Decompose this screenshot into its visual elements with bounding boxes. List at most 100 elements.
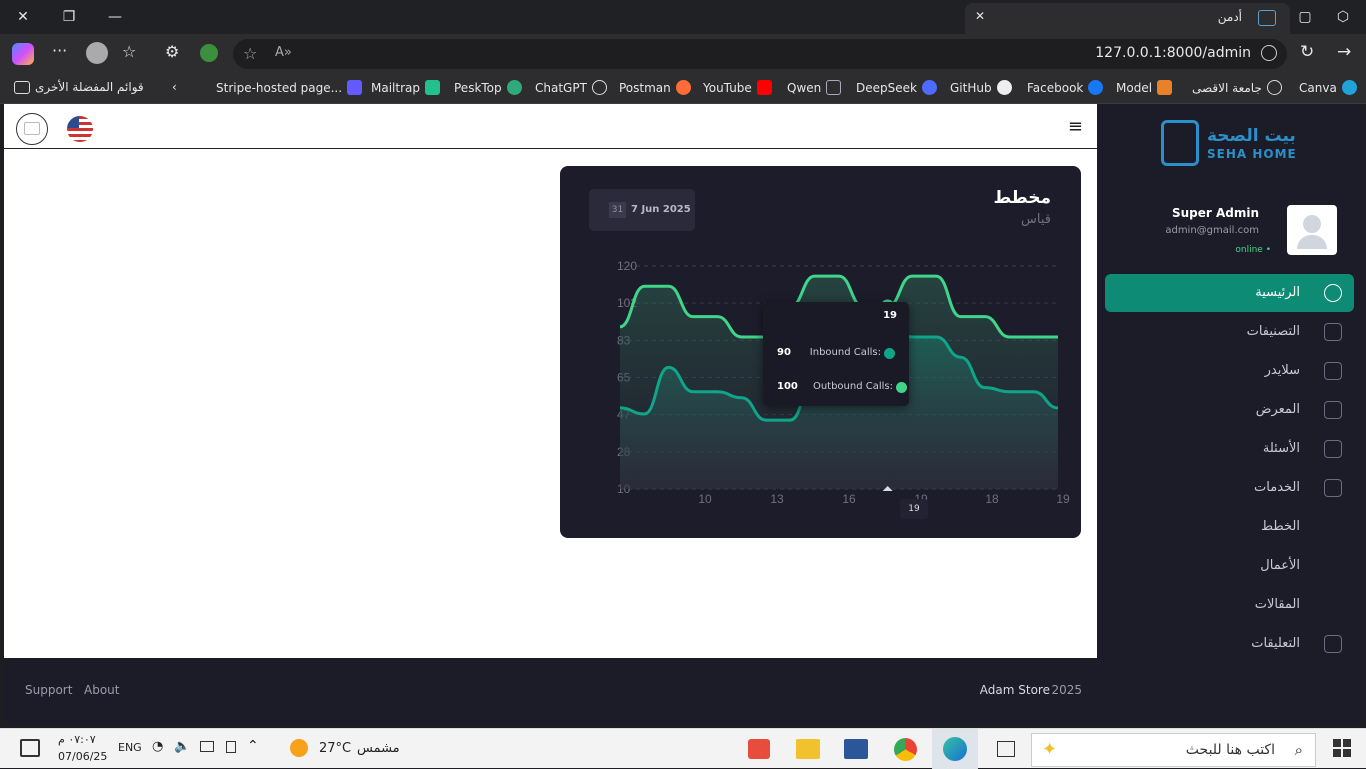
notifications-icon[interactable] bbox=[20, 739, 40, 757]
read-aloud-icon[interactable]: A» bbox=[275, 45, 292, 60]
nav-questions[interactable]: الأسئلة bbox=[1105, 430, 1354, 468]
browser-tab[interactable]: ✕ أدمن bbox=[965, 3, 1290, 34]
sparkle-icon: ✦ bbox=[1042, 739, 1058, 760]
network-icon[interactable]: ◔ bbox=[152, 739, 163, 754]
url-text[interactable]: 127.0.0.1:8000/admin bbox=[1095, 45, 1251, 61]
nav-label: التصنيفات bbox=[1246, 324, 1300, 339]
x-tick-label: 19 bbox=[1056, 492, 1070, 506]
footer-brand[interactable]: Adam Store bbox=[980, 683, 1050, 697]
site-info-icon[interactable] bbox=[1261, 45, 1277, 61]
weather-sun-icon[interactable] bbox=[290, 739, 308, 757]
restore-window-icon[interactable]: ❐ bbox=[46, 0, 92, 34]
bookmark-pesktop[interactable]: PeskTop bbox=[454, 80, 522, 95]
bookmark-stripe[interactable]: Stripe-hosted page... bbox=[216, 80, 363, 95]
bookmark-model[interactable]: Model bbox=[1116, 80, 1173, 95]
folder-icon bbox=[14, 80, 30, 94]
nav-comments[interactable]: التعليقات bbox=[1105, 625, 1354, 663]
edge-taskbar-item[interactable] bbox=[932, 729, 978, 769]
chrome-icon[interactable] bbox=[894, 738, 917, 761]
nav-label: المعرض bbox=[1255, 402, 1300, 417]
refresh-icon[interactable]: ↻ bbox=[1300, 42, 1314, 62]
nav-services[interactable]: الخدمات bbox=[1105, 469, 1354, 507]
weather-temp[interactable]: 27°C bbox=[319, 741, 351, 756]
sidebar: بيت الصحة SEHA HOME Super Admin admin@gm… bbox=[1097, 104, 1362, 724]
bookmark-label: GitHub bbox=[950, 80, 992, 95]
nav-works[interactable]: الأعمال bbox=[1105, 547, 1354, 585]
bookmarks-folder[interactable]: قوائم المفضلة الأخرى bbox=[14, 80, 144, 94]
gallery-icon bbox=[1324, 401, 1342, 419]
bookmark-label: Qwen bbox=[787, 80, 822, 95]
bookmark-facebook[interactable]: Facebook bbox=[1027, 80, 1104, 95]
bookmark-label: Facebook bbox=[1027, 80, 1084, 95]
extensions-icon[interactable]: ⚙ bbox=[165, 42, 179, 61]
nav-slider[interactable]: سلايدر bbox=[1105, 352, 1354, 390]
favorite-star-icon[interactable]: ☆ bbox=[243, 44, 257, 63]
language-indicator[interactable]: ENG bbox=[118, 741, 142, 754]
search-icon: ⌕ bbox=[1294, 741, 1303, 759]
weather-label[interactable]: مشمس bbox=[357, 741, 400, 756]
chevron-up-icon[interactable]: ⌃ bbox=[247, 738, 259, 754]
bookmark-canva[interactable]: Canva bbox=[1299, 80, 1357, 95]
bookmark-youtube[interactable]: YouTube bbox=[703, 80, 772, 95]
workspaces-icon[interactable]: ⬡ bbox=[1320, 0, 1366, 34]
bookmark-mailtrap[interactable]: Mailtrap bbox=[371, 80, 440, 95]
address-bar[interactable]: ☆ A» 127.0.0.1:8000/admin bbox=[233, 39, 1287, 69]
footer: Support About 2025 Adam Store bbox=[4, 658, 1097, 724]
legend-dot-icon bbox=[896, 382, 907, 393]
menu-toggle-icon[interactable]: ≡ bbox=[1068, 116, 1083, 137]
nav-categories[interactable]: التصنيفات bbox=[1105, 313, 1354, 351]
tooltip-row-outbound: Outbound Calls: 100 bbox=[777, 381, 907, 395]
bookmark-deepseek[interactable]: DeepSeek bbox=[856, 80, 937, 95]
legend-dot-icon bbox=[884, 348, 895, 359]
us-flag-icon[interactable] bbox=[67, 116, 93, 142]
footer-link-support[interactable]: Support bbox=[25, 683, 72, 697]
services-icon bbox=[1324, 479, 1342, 497]
date-text: 7 Jun 2025 bbox=[631, 204, 691, 215]
bookmark-github[interactable]: GitHub bbox=[950, 80, 1012, 95]
logo-house-icon bbox=[1161, 120, 1199, 166]
clock-date[interactable]: 07/06/25 bbox=[58, 750, 107, 763]
task-view-icon[interactable] bbox=[997, 741, 1015, 757]
admin-topbar: ≡ bbox=[4, 104, 1097, 149]
meet-icon[interactable] bbox=[226, 741, 236, 753]
admin-avatar[interactable] bbox=[16, 113, 48, 145]
app-icon[interactable] bbox=[748, 739, 770, 759]
clock-time[interactable]: ٠٧:٠٧ م bbox=[58, 733, 96, 746]
facebook-icon bbox=[1088, 80, 1104, 95]
minimize-window-icon[interactable]: — bbox=[92, 0, 138, 34]
bookmark-chatgpt[interactable]: ChatGPT bbox=[535, 80, 607, 95]
bookmark-qwen[interactable]: Qwen bbox=[787, 80, 842, 95]
forward-icon[interactable]: → bbox=[1337, 42, 1351, 62]
copilot-icon[interactable] bbox=[12, 43, 34, 65]
mailtrap-icon bbox=[424, 80, 440, 95]
browser-titlebar: ✕ ❐ — + ✕ أدمن ▢ ⬡ bbox=[0, 0, 1366, 34]
file-explorer-icon[interactable] bbox=[796, 739, 820, 759]
bookmark-postman[interactable]: Postman bbox=[619, 80, 691, 95]
favicon-icon bbox=[1258, 10, 1276, 26]
close-window-icon[interactable]: ✕ bbox=[0, 0, 46, 34]
start-button[interactable] bbox=[1333, 739, 1351, 757]
nav-plans[interactable]: الخطط bbox=[1105, 508, 1354, 546]
close-tab-icon[interactable]: ✕ bbox=[975, 9, 985, 23]
favorites-icon[interactable]: ☆ bbox=[122, 42, 136, 61]
bookmark-label: Canva bbox=[1299, 80, 1337, 95]
chevron-left-icon[interactable]: ‹ bbox=[172, 80, 177, 94]
user-avatar[interactable] bbox=[1287, 205, 1337, 255]
footer-link-about[interactable]: About bbox=[84, 683, 119, 697]
nav-label: الخطط bbox=[1261, 519, 1300, 534]
profile-avatar[interactable] bbox=[86, 42, 108, 64]
date-picker[interactable]: 31 7 Jun 2025 bbox=[589, 189, 695, 231]
word-icon[interactable] bbox=[844, 739, 868, 759]
nav-gallery[interactable]: المعرض bbox=[1105, 391, 1354, 429]
taskbar-search[interactable]: ✦ اكتب هنا للبحث ⌕ bbox=[1031, 733, 1316, 767]
bookmark-alaqsa[interactable]: جامعة الاقصى bbox=[1192, 80, 1282, 95]
tab-title: أدمن bbox=[1217, 10, 1242, 24]
volume-icon[interactable]: 🔈 bbox=[174, 739, 190, 754]
extension-icon[interactable] bbox=[200, 44, 218, 62]
more-icon[interactable]: ··· bbox=[52, 41, 67, 60]
nav-home[interactable]: الرئيسية bbox=[1105, 274, 1354, 312]
battery-icon[interactable] bbox=[200, 741, 214, 752]
flag-icon bbox=[1324, 635, 1342, 653]
postman-icon bbox=[675, 80, 691, 95]
nav-articles[interactable]: المقالات bbox=[1105, 586, 1354, 624]
